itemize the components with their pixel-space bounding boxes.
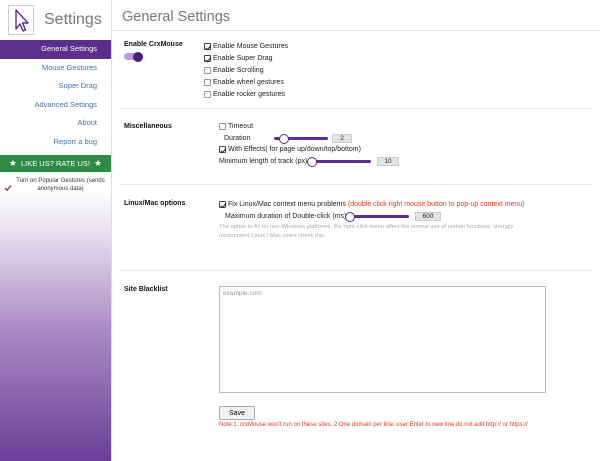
enable-scrolling-option[interactable]: Enable Scrolling xyxy=(204,67,264,74)
duration-value: 2 xyxy=(332,134,352,143)
rate-us-button[interactable]: ★ LIKE US? RATE US! ★ xyxy=(0,155,111,172)
enable-rocker-gestures-checkbox[interactable] xyxy=(204,91,211,98)
sidebar-item-about[interactable]: About xyxy=(0,114,111,133)
title-divider xyxy=(112,30,600,31)
enable-wheel-gestures-checkbox[interactable] xyxy=(204,79,211,86)
double-click-row: Maximum duration of Double-click (ms) 60… xyxy=(225,211,441,222)
section-divider xyxy=(120,270,592,271)
double-click-value: 600 xyxy=(415,212,441,221)
save-button[interactable]: Save xyxy=(219,406,255,420)
page-title: General Settings xyxy=(122,9,231,25)
enable-mouse-gestures-label: Enable Mouse Gestures xyxy=(213,43,289,50)
enable-wheel-gestures-option[interactable]: Enable wheel gestures xyxy=(204,79,284,86)
section-divider xyxy=(120,184,592,185)
fix-context-menu-note: (double click right mouse button to pop-… xyxy=(347,201,525,208)
duration-slider[interactable] xyxy=(274,133,328,144)
main-content: General Settings Enable CrxMouse Enable … xyxy=(112,0,600,461)
enable-section-label: Enable CrxMouse xyxy=(124,41,183,48)
enable-rocker-gestures-option[interactable]: Enable rocker gestures xyxy=(204,91,285,98)
sidebar-item-super-drag[interactable]: Super Drag xyxy=(0,77,111,96)
double-click-label: Maximum duration of Double-click (ms) xyxy=(225,213,347,220)
blacklist-note: Note:1. crxMouse won't run on these site… xyxy=(219,422,528,428)
timeout-option[interactable]: Timeout xyxy=(219,123,253,130)
crxmouse-logo-icon xyxy=(8,5,34,35)
duration-row: Duration 2 xyxy=(224,133,352,144)
enable-scrolling-label: Enable Scrolling xyxy=(213,67,264,74)
enable-super-drag-checkbox[interactable] xyxy=(204,55,211,62)
enable-mouse-gestures-checkbox[interactable] xyxy=(204,43,211,50)
sidebar-item-report-bug[interactable]: Report a bug xyxy=(0,133,111,152)
misc-section-label: Miscellaneous xyxy=(124,123,172,130)
checkmark-icon[interactable] xyxy=(4,184,12,192)
linux-hint-text: The option to fix on non-Windows platfor… xyxy=(219,224,514,239)
duration-label: Duration xyxy=(224,135,251,142)
with-effects-checkbox[interactable] xyxy=(219,146,226,153)
blacklist-textarea[interactable] xyxy=(219,286,546,393)
enable-rocker-gestures-label: Enable rocker gestures xyxy=(213,91,285,98)
duration-slider-thumb[interactable] xyxy=(279,133,289,144)
double-click-slider-thumb[interactable] xyxy=(345,211,355,222)
track-length-label: Minimum length of track (px) xyxy=(219,158,308,165)
enable-scrolling-checkbox[interactable] xyxy=(204,67,211,74)
sidebar-title: Settings xyxy=(44,11,102,28)
popular-gestures-label: Turn on Popular Gestures (sends anonymou… xyxy=(16,178,105,192)
toggle-knob xyxy=(133,51,143,62)
track-length-slider[interactable] xyxy=(307,156,371,167)
enable-super-drag-option[interactable]: Enable Super Drag xyxy=(204,55,273,62)
timeout-label: Timeout xyxy=(228,123,254,130)
double-click-slider[interactable] xyxy=(345,211,409,222)
fix-context-menu-option[interactable]: Fix Linux/Mac context menu problems (doub… xyxy=(219,201,525,208)
fix-context-menu-label: Fix Linux/Mac context menu problems xyxy=(228,201,346,208)
track-length-value: 10 xyxy=(377,157,399,166)
with-effects-label: With Effects( for page up/down/top/botto… xyxy=(228,146,361,153)
sidebar-item-mouse-gestures[interactable]: Mouse Gestures xyxy=(0,59,111,78)
enable-mouse-gestures-option[interactable]: Enable Mouse Gestures xyxy=(204,43,288,50)
popular-gestures-option[interactable]: Turn on Popular Gestures (sends anonymou… xyxy=(0,172,111,193)
star-icon: ★ xyxy=(94,158,103,168)
timeout-checkbox[interactable] xyxy=(219,123,226,130)
enable-crxmouse-toggle[interactable] xyxy=(124,51,143,62)
sidebar-item-general-settings[interactable]: General Settings xyxy=(0,40,111,59)
sidebar-nav: General Settings Mouse Gestures Super Dr… xyxy=(0,40,111,151)
sidebar-item-advanced-settings[interactable]: Advanced Settings xyxy=(0,96,111,115)
sidebar: Settings General Settings Mouse Gestures… xyxy=(0,0,112,461)
section-divider xyxy=(120,108,592,109)
fix-context-menu-checkbox[interactable] xyxy=(219,201,226,208)
enable-super-drag-label: Enable Super Drag xyxy=(213,55,273,62)
linux-section-label: Linux/Mac options xyxy=(124,200,186,207)
star-icon: ★ xyxy=(8,158,17,168)
blacklist-section-label: Site Blacklist xyxy=(124,286,168,293)
enable-wheel-gestures-label: Enable wheel gestures xyxy=(213,79,284,86)
brand: Settings xyxy=(0,0,111,40)
track-length-row: Minimum length of track (px) 10 xyxy=(219,156,399,167)
with-effects-option[interactable]: With Effects( for page up/down/top/botto… xyxy=(219,146,361,153)
track-length-slider-thumb[interactable] xyxy=(307,156,317,167)
rate-us-label: LIKE US? RATE US! xyxy=(20,159,91,168)
